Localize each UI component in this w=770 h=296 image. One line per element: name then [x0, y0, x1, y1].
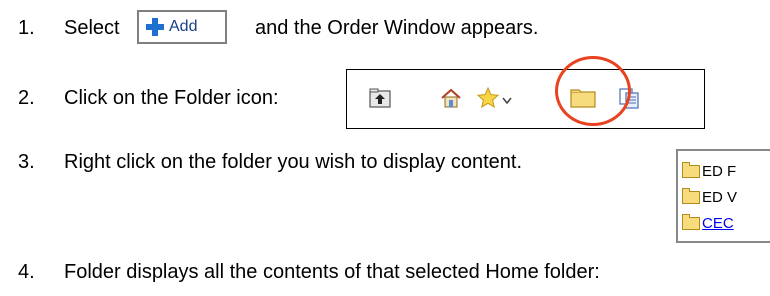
copy-icon[interactable] — [617, 86, 641, 110]
step-number: 1. — [18, 17, 35, 39]
step-number: 2. — [18, 87, 35, 109]
step-text: Folder displays all the contents of that… — [64, 261, 600, 283]
plus-icon — [145, 17, 165, 37]
step-1: 1. Select and the Order Window appears. — [18, 16, 768, 40]
step-text: Right click on the folder you wish to di… — [64, 151, 523, 173]
step-number: 3. — [18, 151, 35, 173]
home-icon[interactable] — [439, 86, 463, 110]
tree-item[interactable]: ED F — [682, 161, 736, 181]
step-text-after: and the Order Window appears. — [255, 17, 539, 39]
dropdown-arrow-icon[interactable] — [500, 86, 514, 110]
step-text-before: Select — [64, 17, 120, 39]
folder-icon — [682, 213, 700, 230]
folder-tree: ED F ED V CEC — [676, 149, 770, 243]
step-text: Click on the Folder icon: — [64, 87, 279, 109]
tree-item-label: ED F — [702, 162, 737, 180]
add-button-label: Add — [169, 18, 198, 35]
folder-icon — [682, 161, 700, 178]
favorites-star-icon[interactable] — [476, 86, 500, 110]
step-2: 2. Click on the Folder icon: — [18, 86, 338, 110]
step-number: 4. — [18, 261, 35, 283]
add-button[interactable]: Add — [137, 10, 227, 44]
step-4: 4. Folder displays all the contents of t… — [18, 260, 768, 284]
tree-item-link[interactable]: CEC — [702, 215, 734, 232]
folder-icon[interactable] — [569, 86, 597, 110]
folder-icon — [682, 187, 700, 204]
tree-item[interactable]: ED V — [682, 187, 737, 207]
tree-item-label: ED V — [702, 188, 738, 206]
step-3: 3. Right click on the folder you wish to… — [18, 150, 668, 174]
up-folder-icon[interactable] — [368, 86, 392, 110]
tree-item[interactable]: CEC — [682, 213, 734, 233]
navigation-toolbar — [346, 69, 705, 129]
